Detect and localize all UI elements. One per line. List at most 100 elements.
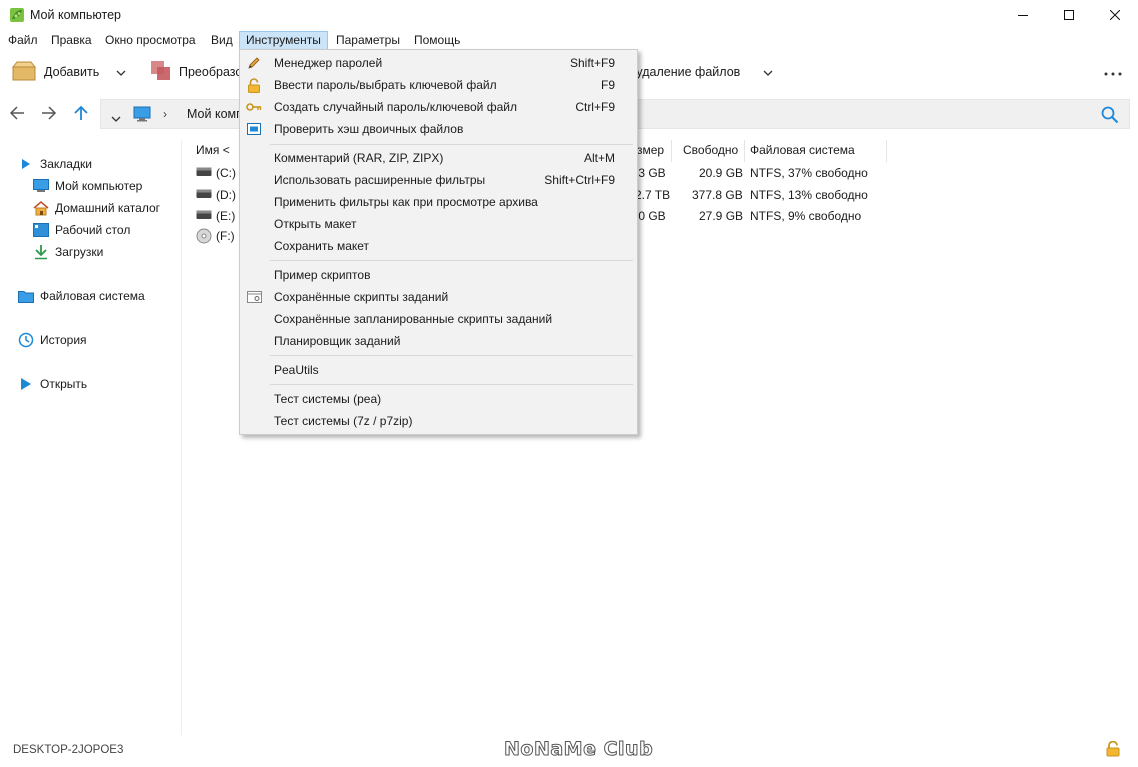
delete-dropdown-button[interactable] [763,52,773,92]
menu-view-window[interactable]: Окно просмотра [99,31,202,50]
sidebar-item-downloads[interactable]: Загрузки [33,242,103,262]
forward-button[interactable] [37,102,61,126]
secure-delete-button[interactable]: е удаление файлов [626,52,740,92]
column-header-size[interactable]: змер [637,140,664,160]
menu-item-random-password[interactable]: Создать случайный пароль/ключевой файл C… [242,96,635,118]
watermark: NoNaMe Club [503,738,654,761]
convert-label: Преобразо [179,65,243,79]
chevron-down-icon[interactable] [111,111,121,125]
menu-file[interactable]: Файл [2,31,44,50]
menu-item-label: Создать случайный пароль/ключевой файл [274,100,517,114]
menu-item-label: Тест системы (7z / p7zip) [274,414,413,428]
column-divider[interactable] [744,140,745,162]
drive-name: (D:) [216,188,236,202]
menu-item-label: Тест системы (pea) [274,392,382,406]
drive-filesystem: NTFS, 37% свободно [750,166,868,180]
sidebar-item-label: Закладки [40,157,92,171]
column-header-free[interactable]: Свободно [683,140,738,160]
sidebar-item-bookmarks[interactable]: Закладки [18,154,92,174]
minimize-button[interactable] [1000,0,1046,30]
column-divider[interactable] [886,140,887,162]
menu-item-peautils[interactable]: PeaUtils [242,359,635,381]
tools-menu: Менеджер паролей Shift+F9 Ввести пароль/… [239,49,638,435]
menu-item-enter-password[interactable]: Ввести пароль/выбрать ключевой файл F9 [242,74,635,96]
sidebar-item-desktop[interactable]: Рабочий стол [33,220,130,240]
menu-item-comment[interactable]: Комментарий (RAR, ZIP, ZIPX) Alt+M [242,147,635,169]
sidebar: Закладки Мой компьютер Домашний каталог … [0,140,182,735]
menu-item-saved-scheduled-scripts[interactable]: Сохранённые запланированные скрипты зада… [242,308,635,330]
add-button[interactable]: Добавить [11,52,99,92]
drive-free: 20.9 GB [699,166,744,180]
sidebar-item-home[interactable]: Домашний каталог [33,198,160,218]
drive-size: .0 GB [635,209,666,223]
arrow-right-icon [41,105,57,123]
menu-item-save-layout[interactable]: Сохранить макет [242,235,635,257]
convert-button[interactable]: Преобразо [150,52,242,92]
pencil-icon [246,55,262,71]
column-divider[interactable] [671,140,672,162]
title-bar: Мой компьютер [0,0,1138,30]
sidebar-item-filesystem[interactable]: Файловая система [18,286,145,306]
menu-tools[interactable]: Инструменты [239,31,328,50]
menu-item-open-layout[interactable]: Открыть макет [242,213,635,235]
key-icon [246,99,262,115]
drive-name: (C:) [216,166,236,180]
add-dropdown-button[interactable] [116,52,126,92]
drive-free: 27.9 GB [699,209,744,223]
drive-size: 2.7 TB [635,188,671,202]
drive-free: 377.8 GB [692,188,743,202]
status-bar: DESKTOP-2JOPOE3 NoNaMe Club [0,735,1138,767]
maximize-button[interactable] [1046,0,1092,30]
drive-icon [196,209,212,223]
menu-item-label: Проверить хэш двоичных файлов [274,122,464,136]
menu-item-label: Сохранённые скрипты заданий [274,290,449,304]
box-icon [11,61,37,84]
download-icon [33,244,49,260]
menu-item-shortcut: Shift+F9 [569,56,615,70]
optical-disc-icon [196,228,212,247]
menu-item-benchmark-7z[interactable]: Тест системы (7z / p7zip) [242,410,635,432]
back-button[interactable] [5,102,29,126]
star-icon [18,156,34,172]
padlock-icon[interactable] [1106,740,1120,760]
breadcrumb-chevron-icon: › [163,107,167,121]
menu-options[interactable]: Параметры [330,31,406,50]
menu-edit[interactable]: Правка [45,31,98,50]
menu-item-shortcut: Shift+Ctrl+F9 [544,173,615,187]
menu-item-label: Комментарий (RAR, ZIP, ZIPX) [274,151,444,165]
menu-item-label: Сохранить макет [274,239,370,253]
menu-item-label: Открыть макет [274,217,357,231]
drive-filesystem: NTFS, 9% свободно [750,209,862,223]
menu-view[interactable]: Вид [205,31,239,50]
more-icon [1104,65,1122,79]
sidebar-item-history[interactable]: История [18,330,87,350]
close-button[interactable] [1092,0,1138,30]
menu-item-label: Планировщик заданий [274,334,401,348]
menu-item-saved-scripts[interactable]: Сохранённые скрипты заданий [242,286,635,308]
sidebar-item-label: Рабочий стол [55,223,131,237]
up-button[interactable] [69,102,93,126]
menu-item-advanced-filters[interactable]: Использовать расширенные фильтры Shift+C… [242,169,635,191]
menu-item-password-manager[interactable]: Менеджер паролей Shift+F9 [242,52,635,74]
menu-item-apply-filters[interactable]: Применить фильтры как при просмотре архи… [242,191,635,213]
play-icon [18,376,34,392]
arrow-up-icon [74,105,88,124]
search-icon[interactable] [1101,106,1119,127]
menu-item-benchmark-pea[interactable]: Тест системы (pea) [242,388,635,410]
menu-item-check-hash[interactable]: Проверить хэш двоичных файлов [242,118,635,140]
menu-item-task-scheduler[interactable]: Планировщик заданий [242,330,635,352]
script-window-icon [246,289,262,305]
menu-separator [270,355,633,356]
menu-help[interactable]: Помощь [408,31,466,50]
more-button[interactable] [1104,52,1122,92]
maximize-icon [1064,10,1074,20]
sidebar-item-my-computer[interactable]: Мой компьютер [33,176,142,196]
menu-separator [270,144,633,145]
column-header-filesystem[interactable]: Файловая система [750,140,855,160]
menu-item-script-example[interactable]: Пример скриптов [242,264,635,286]
column-header-name[interactable]: Имя < [196,140,230,160]
window-title: Мой компьютер [30,8,121,22]
menu-item-label: Менеджер паролей [274,56,383,70]
menu-bar: Файл Правка Окно просмотра Вид Инструмен… [0,30,1138,50]
sidebar-item-open[interactable]: Открыть [18,374,87,394]
